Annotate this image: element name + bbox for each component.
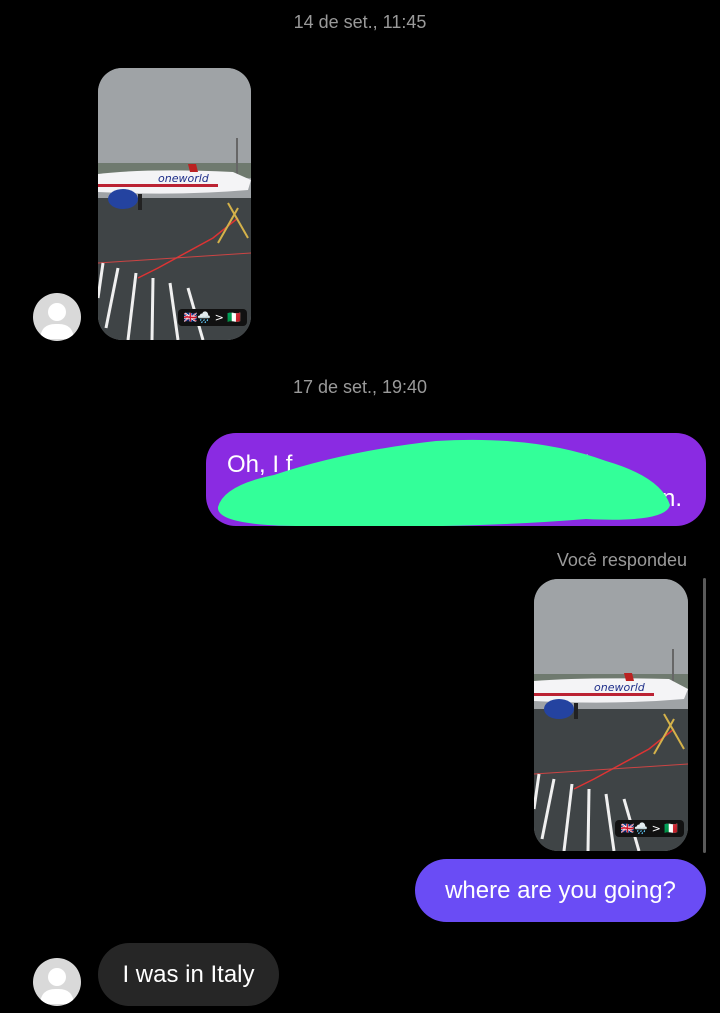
default-avatar-icon-2	[40, 968, 74, 1004]
oneworld-livery-text: oneworld	[158, 172, 210, 185]
message-italy-text: I was in Italy	[122, 960, 255, 988]
timestamp-2: 17 de set., 19:40	[292, 377, 428, 397]
message-where-are-you-going[interactable]: where are you going?	[415, 859, 706, 922]
story-badge-2: 🇬🇧🌧️ > 🇮🇹	[614, 820, 684, 837]
message-i-was-in-italy[interactable]: I was in Italy	[98, 943, 279, 1006]
contact-avatar-1[interactable]	[33, 293, 81, 341]
timestamp-1: 14 de set., 11:45	[293, 12, 427, 32]
story-thumbnail-1[interactable]: oneworld 🇬🇧🌧️ > 🇮🇹	[98, 68, 251, 340]
story-thumbnail-2[interactable]: oneworld 🇬🇧🌧️ > 🇮🇹	[534, 579, 688, 851]
redacted-message-bubble[interactable]: Oh, I f d n.	[206, 433, 706, 526]
contact-avatar-2[interactable]	[33, 958, 81, 1006]
story-badge-1: 🇬🇧🌧️ > 🇮🇹	[177, 309, 247, 326]
airport-story-image: oneworld	[98, 68, 251, 340]
reply-label: Você respondeu	[556, 550, 687, 570]
oneworld-livery-text-2: oneworld	[594, 681, 646, 694]
redaction-scribble	[217, 439, 670, 526]
message-where-text: where are you going?	[445, 876, 676, 904]
airport-story-image-2: oneworld	[534, 579, 688, 851]
default-avatar-icon	[40, 303, 74, 339]
scrollbar[interactable]	[703, 578, 706, 853]
